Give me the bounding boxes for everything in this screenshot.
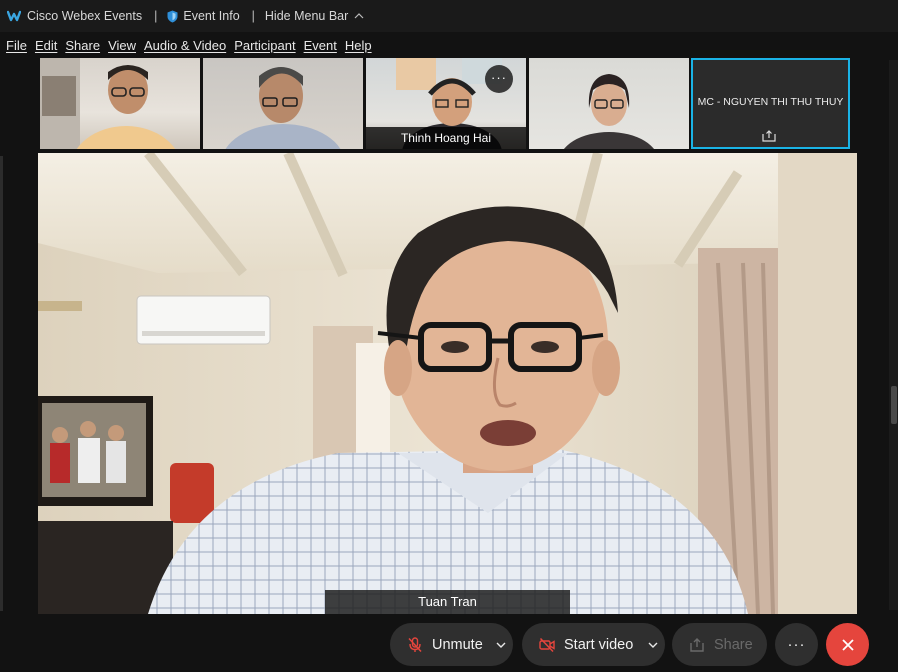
share-screen-icon xyxy=(690,637,704,652)
unmute-button[interactable]: Unmute xyxy=(390,623,513,666)
menu-bar: File Edit Share View Audio & Video Parti… xyxy=(0,32,898,58)
unmute-label: Unmute xyxy=(432,636,483,653)
scrollbar-track[interactable] xyxy=(889,60,898,610)
app-name: Cisco Webex Events xyxy=(27,9,143,23)
hide-menu-bar-label: Hide Menu Bar xyxy=(264,9,349,23)
video-off-icon xyxy=(539,637,555,652)
participant-video xyxy=(225,67,341,149)
menu-share[interactable]: Share xyxy=(59,38,100,53)
speaker-name-tag: Tuan Tran xyxy=(325,590,570,614)
share-screen-icon xyxy=(762,130,776,142)
participant-name: Thinh Hoang Hai xyxy=(366,127,526,149)
shield-icon xyxy=(167,10,178,22)
participant-thumbnail[interactable] xyxy=(203,58,363,149)
speaker-video-frame xyxy=(38,153,857,614)
participant-thumbnail[interactable]: ··· Thinh Hoang Hai xyxy=(366,58,526,149)
menu-participant[interactable]: Participant xyxy=(228,38,295,53)
title-separator: | xyxy=(154,9,158,23)
participant-thumbnail[interactable] xyxy=(40,58,200,149)
microphone-muted-icon xyxy=(408,636,422,652)
menu-view[interactable]: View xyxy=(102,38,136,53)
hide-menu-bar-button[interactable]: Hide Menu Bar xyxy=(265,9,364,23)
webex-logo-icon xyxy=(7,10,21,22)
menu-event[interactable]: Event xyxy=(298,38,337,53)
start-video-button[interactable]: Start video xyxy=(522,623,665,666)
start-video-label: Start video xyxy=(564,636,634,653)
more-options-button[interactable]: ··· xyxy=(775,623,818,666)
close-icon xyxy=(841,638,854,651)
chevron-down-icon[interactable] xyxy=(496,641,506,649)
event-info-button[interactable]: Event Info xyxy=(183,9,239,23)
menu-audio-video[interactable]: Audio & Video xyxy=(138,38,226,53)
leave-button[interactable] xyxy=(826,623,869,666)
participant-name: MC - NGUYEN THI THU THUY xyxy=(697,96,844,108)
chevron-down-icon[interactable] xyxy=(648,641,658,649)
title-separator: | xyxy=(251,9,255,23)
share-button[interactable]: Share xyxy=(672,623,767,666)
left-panel-edge xyxy=(0,156,3,611)
chevron-up-icon xyxy=(354,13,364,19)
participant-video xyxy=(563,74,655,149)
title-bar: Cisco Webex Events | Event Info | Hide M… xyxy=(0,0,898,32)
active-participant-thumbnail[interactable]: MC - NGUYEN THI THU THUY xyxy=(691,58,850,149)
more-options-button[interactable]: ··· xyxy=(485,65,513,93)
scrollbar-thumb[interactable] xyxy=(891,386,897,424)
share-label: Share xyxy=(714,636,753,653)
menu-edit[interactable]: Edit xyxy=(29,38,57,53)
active-speaker-video[interactable]: Tuan Tran xyxy=(38,153,857,614)
participant-thumbnail[interactable] xyxy=(529,58,689,149)
menu-help[interactable]: Help xyxy=(339,38,372,53)
meeting-controls: Unmute Start video Share ··· xyxy=(0,614,898,672)
menu-file[interactable]: File xyxy=(0,38,27,53)
participant-video xyxy=(40,58,176,149)
